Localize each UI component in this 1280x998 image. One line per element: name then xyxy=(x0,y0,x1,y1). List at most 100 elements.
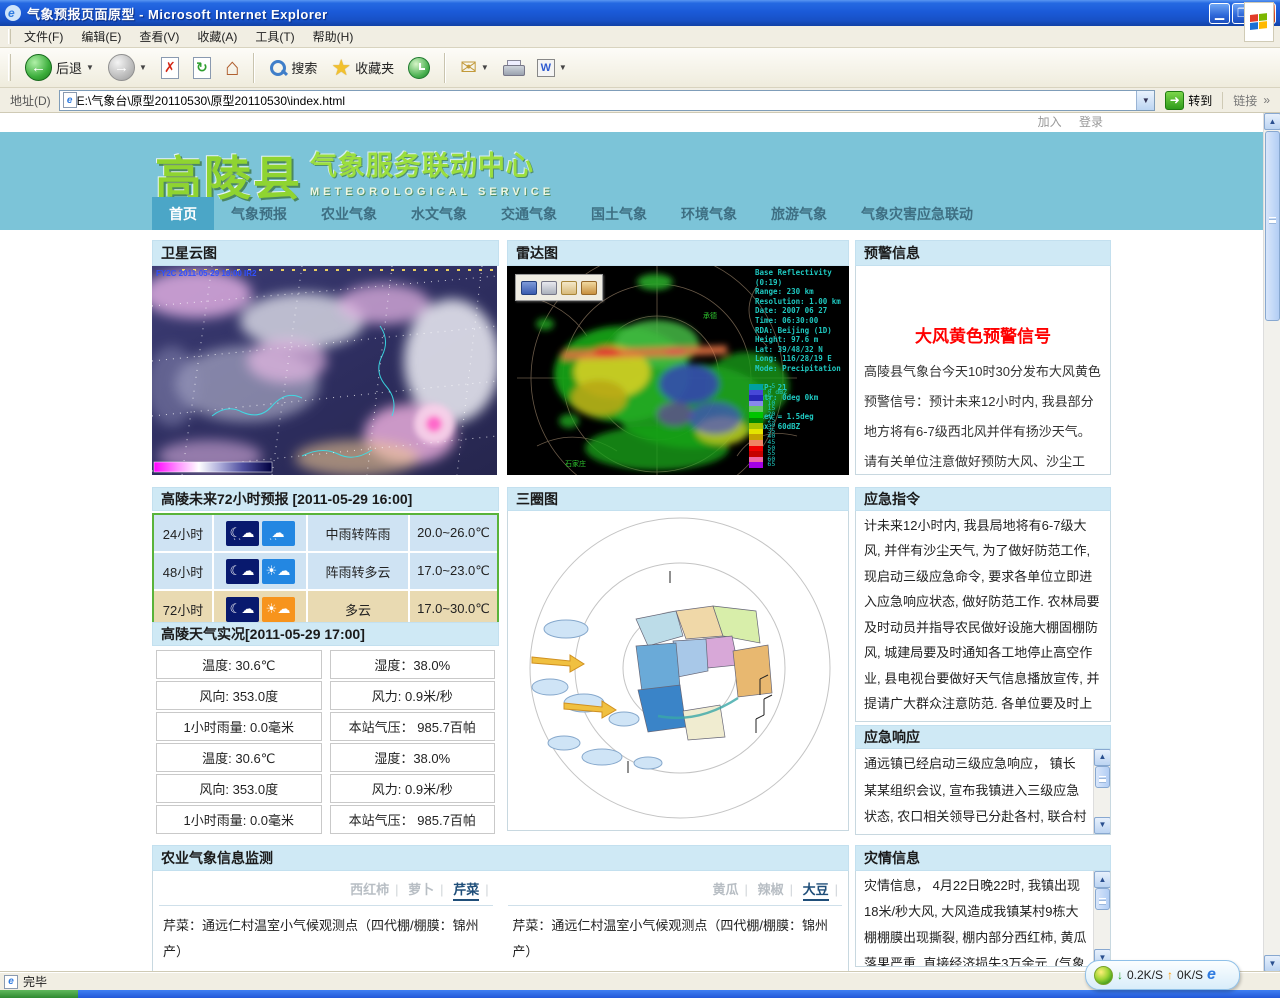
menu-edit[interactable]: 编辑(E) xyxy=(72,26,130,47)
forward-dropdown-icon[interactable]: ▼ xyxy=(139,63,147,72)
radar-save-icon[interactable] xyxy=(521,281,537,295)
tab-tomato[interactable]: 西红柿 xyxy=(350,882,389,897)
top-links: 加入 登录 xyxy=(0,113,1263,132)
search-button[interactable]: 搜索 xyxy=(265,56,321,79)
scroll-thumb[interactable] xyxy=(1095,766,1110,788)
live-wind-speed: 风力: 0.9米/秒 xyxy=(330,681,496,710)
tab-soybean[interactable]: 大豆 xyxy=(803,882,829,901)
radar-image[interactable]: 石家庄 承德 Base Reflectivity (0:19) Range: 2… xyxy=(507,266,849,475)
disaster-info-panel: 灾情信息 灾情信息， 4月22日晚22时, 我镇出现18米/秒大风, 大风造成我… xyxy=(855,845,1111,967)
nav-hydrology[interactable]: 水文气象 xyxy=(394,197,484,230)
page-scroll-down-icon[interactable]: ▼ xyxy=(1264,955,1280,972)
main-nav: 首页 气象预报 农业气象 水文气象 交通气象 国土气象 环境气象 旅游气象 气象… xyxy=(152,197,990,230)
menu-view[interactable]: 查看(V) xyxy=(130,26,188,47)
forecast-row-24h: 24小时 ☾☁ ☁ 中雨转阵雨 20.0~26.0℃ xyxy=(154,515,497,551)
links-zone[interactable]: 链接 » xyxy=(1222,92,1280,109)
nav-tourism[interactable]: 旅游气象 xyxy=(754,197,844,230)
emergency-command-body: 计未来12小时内, 我县局地将有6-7级大风, 并伴有沙尘天气, 为了做好防范工… xyxy=(855,511,1111,722)
live-weather-grid: 温度: 30.6℃ 湿度：38.0% 风向: 353.0度 风力: 0.9米/秒… xyxy=(152,648,499,836)
live-wind-speed: 风力: 0.9米/秒 xyxy=(330,774,496,803)
go-arrow-icon: ➜ xyxy=(1165,91,1184,110)
emergency-response-title: 应急响应 xyxy=(855,725,1111,749)
refresh-icon: ↻ xyxy=(193,57,211,79)
live-weather-title: 高陵天气实况[2011-05-29 17:00] xyxy=(152,622,499,646)
menu-favorites[interactable]: 收藏(A) xyxy=(188,26,246,47)
print-button[interactable] xyxy=(499,58,527,78)
back-dropdown-icon[interactable]: ▼ xyxy=(86,63,94,72)
live-temperature: 温度: 30.6℃ xyxy=(156,650,322,679)
nav-weather-forecast[interactable]: 气象预报 xyxy=(214,197,304,230)
emergency-response-body: 通远镇已经启动三级应急响应， 镇长某某组织会议, 宣布我镇进入三级应急状态, 农… xyxy=(864,756,1086,835)
nav-land[interactable]: 国土气象 xyxy=(574,197,664,230)
satellite-image[interactable]: FY2C 2011-05-29 18:00 IR2 xyxy=(152,266,499,475)
tab-radish[interactable]: 萝卜 xyxy=(408,882,434,897)
page-scroll-thumb[interactable] xyxy=(1265,131,1280,321)
menu-file[interactable]: 文件(F) xyxy=(15,26,72,47)
status-text: 完毕 xyxy=(23,973,47,990)
nav-environment[interactable]: 环境气象 xyxy=(664,197,754,230)
agri-left-tabs: 西红柿| 萝卜| 芹菜| xyxy=(344,879,488,898)
stop-button[interactable]: ✗ xyxy=(157,55,183,81)
mail-dropdown-icon[interactable]: ▼ xyxy=(481,63,489,72)
radar-print-icon[interactable] xyxy=(541,281,557,295)
back-button[interactable]: ← 后退 ▼ xyxy=(21,52,98,83)
tab-divider xyxy=(159,905,493,906)
menu-help[interactable]: 帮助(H) xyxy=(304,26,363,47)
svg-text:石家庄: 石家庄 xyxy=(565,459,586,468)
nav-traffic[interactable]: 交通气象 xyxy=(484,197,574,230)
forecast-icons: ☾☁ ☀☁ xyxy=(214,553,306,589)
page-ie-icon: e xyxy=(63,92,77,108)
disaster-scrollbar[interactable]: ▲ ▼ xyxy=(1093,871,1110,966)
disaster-info-body: 灾情信息， 4月22日晚22时, 我镇出现18米/秒大风, 大风造成我镇某村9栋… xyxy=(864,878,1086,967)
links-more-icon[interactable]: » xyxy=(1263,93,1270,107)
scroll-up-icon[interactable]: ▲ xyxy=(1094,749,1111,766)
edit-dropdown-icon[interactable]: ▼ xyxy=(559,63,567,72)
nav-agriculture[interactable]: 农业气象 xyxy=(304,197,394,230)
mail-button[interactable]: ✉▼ xyxy=(456,53,493,82)
tab-pepper[interactable]: 辣椒 xyxy=(758,882,784,897)
join-link[interactable]: 加入 xyxy=(1038,115,1062,129)
radar-export-icon[interactable] xyxy=(581,281,597,295)
menu-grip xyxy=(8,29,11,44)
nav-home[interactable]: 首页 xyxy=(152,197,214,230)
window-titlebar: e 气象预报页面原型 - Microsoft Internet Explorer… xyxy=(0,0,1280,26)
address-value[interactable]: E:\气象台\原型20110530\原型20110530\index.html xyxy=(77,92,1137,109)
refresh-button[interactable]: ↻ xyxy=(189,55,215,81)
ie-window-icon: e xyxy=(4,4,22,22)
night-cloud-icon: ☾☁ xyxy=(226,597,259,622)
scroll-up-icon[interactable]: ▲ xyxy=(1094,871,1111,888)
search-icon xyxy=(269,59,287,77)
menu-tools[interactable]: 工具(T) xyxy=(246,26,303,47)
net-speed-widget[interactable]: ↓ 0.2K/S ↑ 0K/S e xyxy=(1085,960,1240,990)
header-band: 高陵县 气象服务联动中心 METEOROLOGICAL SERVICE 首页 气… xyxy=(0,132,1263,230)
warning-body: 高陵县气象台今天10时30分发布大风黄色预警信号：预计未来12小时内, 我县部分… xyxy=(864,357,1102,475)
forecast-table: 24小时 ☾☁ ☁ 中雨转阵雨 20.0~26.0℃ 48小时 ☾☁ ☀☁ 阵雨… xyxy=(152,513,499,629)
links-label[interactable]: 链接 xyxy=(1233,92,1257,109)
edit-button[interactable]: W▼ xyxy=(533,57,571,79)
tab-celery[interactable]: 芹菜 xyxy=(453,882,479,901)
go-button[interactable]: ➜ 转到 xyxy=(1155,91,1222,110)
history-button[interactable] xyxy=(404,55,434,81)
login-link[interactable]: 登录 xyxy=(1079,115,1103,129)
forward-button[interactable]: → ▼ xyxy=(104,52,151,83)
taskbar[interactable] xyxy=(0,990,1280,998)
three-circle-map[interactable] xyxy=(507,511,849,831)
mail-icon: ✉ xyxy=(460,55,477,80)
radar-mail-icon[interactable] xyxy=(561,281,577,295)
home-button[interactable]: ⌂ xyxy=(221,56,244,80)
scroll-down-icon[interactable]: ▼ xyxy=(1094,817,1111,834)
response-scrollbar[interactable]: ▲ ▼ xyxy=(1093,749,1110,834)
favorites-button[interactable]: ★ 收藏夹 xyxy=(327,53,398,83)
minimize-button[interactable]: ▁ xyxy=(1209,3,1230,24)
address-dropdown-button[interactable]: ▼ xyxy=(1136,91,1154,110)
radar-toolbar xyxy=(515,274,603,301)
forecast-period: 24小时 xyxy=(154,515,212,551)
nav-disaster-linkage[interactable]: 气象灾害应急联动 xyxy=(844,197,990,230)
favorites-label: 收藏夹 xyxy=(355,58,394,77)
three-circle-graphic xyxy=(508,511,848,829)
page-scroll-up-icon[interactable]: ▲ xyxy=(1264,113,1280,130)
scroll-thumb[interactable] xyxy=(1095,888,1110,910)
page-scrollbar[interactable]: ▲ ▼ xyxy=(1263,113,1280,972)
tab-cucumber[interactable]: 黄瓜 xyxy=(713,882,739,897)
address-input[interactable]: e E:\气象台\原型20110530\原型20110530\index.htm… xyxy=(59,90,1156,111)
